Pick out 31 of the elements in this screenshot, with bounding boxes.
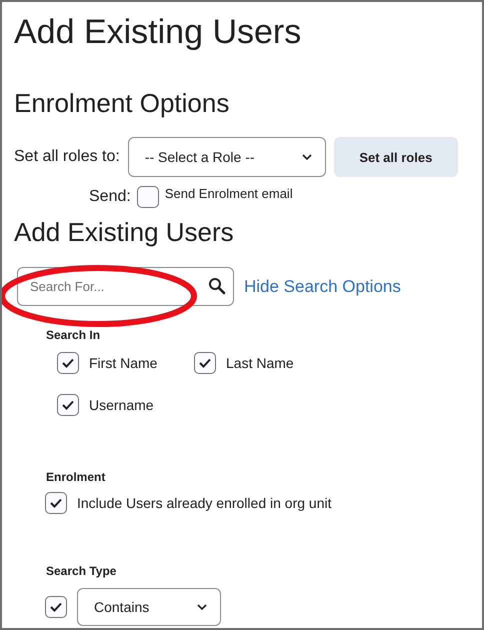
checkbox-label: Include Users already enrolled in org unit <box>77 495 332 511</box>
checkbox[interactable] <box>57 394 79 416</box>
chevron-icon <box>300 153 313 161</box>
checkbox[interactable] <box>45 492 67 514</box>
check-icon <box>62 358 74 368</box>
check-icon <box>62 400 74 410</box>
section-heading: Add Existing Users <box>14 216 235 248</box>
field-label: Enrolment <box>46 470 106 484</box>
send-label: Send: <box>89 188 131 206</box>
checkbox[interactable] <box>194 352 216 374</box>
check-icon <box>50 602 62 612</box>
set-all-roles-button[interactable]: Set all roles <box>334 137 458 177</box>
role-label: Set all roles to: <box>14 148 120 166</box>
checkbox-label: First Name <box>89 355 158 371</box>
search-icon[interactable] <box>208 277 226 295</box>
role-dropdown[interactable]: -- Select a Role -- <box>128 137 326 177</box>
checkbox[interactable] <box>136 186 159 208</box>
check-icon <box>199 358 211 368</box>
checkbox[interactable] <box>45 596 67 618</box>
hide-options-link[interactable]: Hide Search Options <box>244 276 401 296</box>
section-heading: Enrolment Options <box>14 87 230 119</box>
checkbox-label: Last Name <box>226 355 294 371</box>
field-label: Search In <box>46 328 102 342</box>
checkbox-label: Username <box>89 397 154 413</box>
chevron-icon <box>196 603 208 611</box>
field-label: Search Type <box>46 564 118 578</box>
checkbox-label: Send Enrolment email <box>164 186 293 200</box>
checkbox[interactable] <box>57 352 79 374</box>
page-title: Add Existing Users <box>14 12 302 53</box>
check-icon <box>50 498 62 508</box>
search-type-dropdown[interactable]: Contains <box>77 588 221 626</box>
